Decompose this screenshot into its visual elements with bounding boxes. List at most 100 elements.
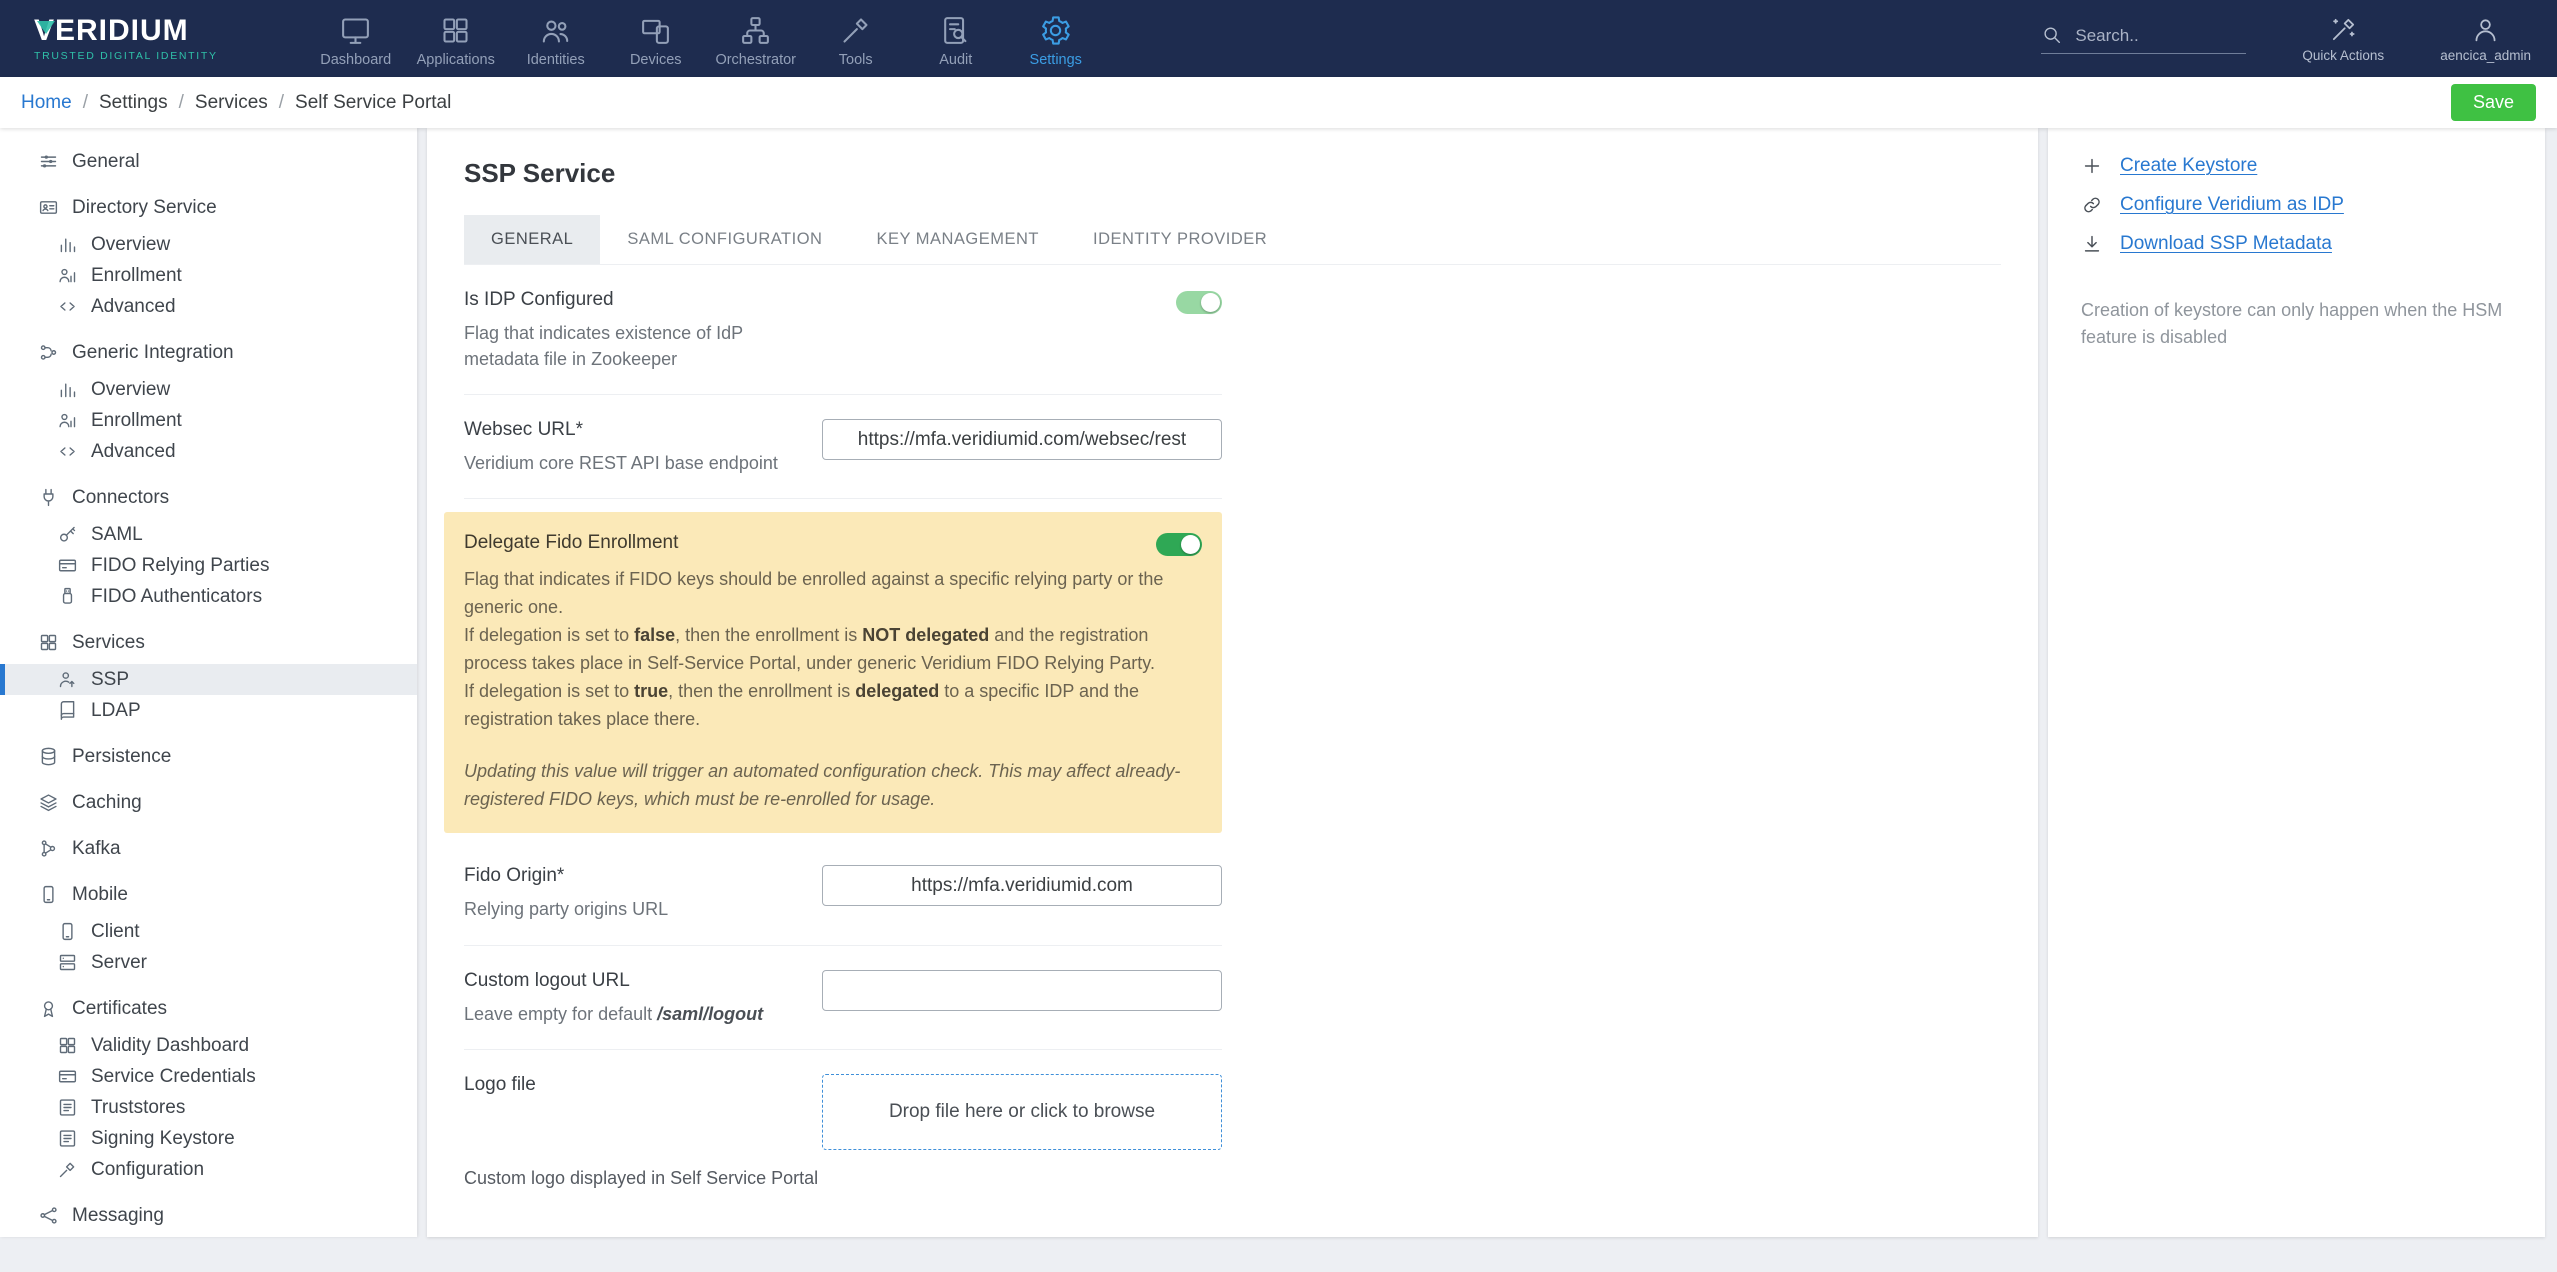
nav-item-orchestrator[interactable]: Orchestrator [706,10,806,68]
breadcrumb-item-settings: Settings [98,91,168,113]
list-icon [57,1097,78,1118]
sidebar-item-overview[interactable]: Overview [0,229,417,260]
layers-icon [38,792,59,813]
delegate-p3: If delegation is set to true, then the e… [464,680,1140,729]
veridium-logo[interactable]: VERIDIUM TRUSTED DIGITAL IDENTITY [34,15,218,62]
sidebar-item-messaging[interactable]: Messaging [0,1200,417,1231]
sidebar-item-fido-authenticators[interactable]: FIDO Authenticators [0,581,417,612]
delegate-fido-label: Delegate Fido Enrollment [464,532,679,554]
sliders-icon [38,151,59,172]
is-idp-desc: Flag that indicates existence of IdP met… [464,323,743,370]
action-configure-veridium-as-idp[interactable]: Configure Veridium as IDP [2081,194,2512,216]
sidebar-item-enrollment[interactable]: Enrollment [0,260,417,291]
field-labels: Websec URL* Veridium core REST API base … [464,419,822,476]
is-idp-toggle[interactable] [1176,291,1222,314]
sidebar-item-persistence[interactable]: Persistence [0,741,417,772]
save-button[interactable]: Save [2450,84,2536,121]
field-row-is-idp-configured: Is IDP Configured Flag that indicates ex… [464,265,1222,396]
field-row-fido-origin: Fido Origin* Relying party origins URL [464,841,1222,946]
websec-url-input[interactable] [822,419,1222,461]
plus-icon [2081,155,2103,177]
book-icon [57,700,78,721]
sidebar-item-label: SSP [91,668,130,690]
sidebar-item-server[interactable]: Server [0,947,417,978]
breadcrumb-item-home[interactable]: Home [21,92,72,114]
sidebar-item-kafka[interactable]: Kafka [0,833,417,864]
field-labels: Is IDP Configured Flag that indicates ex… [464,289,822,372]
action-download-ssp-metadata[interactable]: Download SSP Metadata [2081,233,2512,255]
custom-logout-input[interactable] [822,969,1222,1011]
tab-key-management[interactable]: KEY MANAGEMENT [849,215,1066,264]
sidebar-item-truststores[interactable]: Truststores [0,1092,417,1123]
sidebar-item-connectors[interactable]: Connectors [0,482,417,513]
applications-icon [439,14,472,47]
navbar-right: Quick Actions aencica_admin [2041,15,2531,63]
nav-item-settings[interactable]: Settings [1006,10,1106,68]
sidebar-item-caching[interactable]: Caching [0,787,417,818]
fido-origin-input[interactable] [822,865,1222,907]
tab-identity-provider[interactable]: IDENTITY PROVIDER [1066,215,1294,264]
tab-general[interactable]: GENERAL [464,215,601,264]
sidebar-item-services[interactable]: Services [0,627,417,658]
phone-icon [57,921,78,942]
sidebar-item-ssp[interactable]: SSP [0,664,417,695]
sidebar-item-enrollment[interactable]: Enrollment [0,405,417,436]
sidebar-item-directory-service[interactable]: Directory Service [0,192,417,223]
delegate-p1: Flag that indicates if FIDO keys should … [464,569,1164,618]
nav-item-label: Orchestrator [715,51,797,68]
field-control [822,419,1222,461]
certificate-icon [38,998,59,1019]
sidebar-item-service-credentials[interactable]: Service Credentials [0,1061,417,1092]
ssp-form: Is IDP Configured Flag that indicates ex… [444,265,1222,1189]
sidebar-item-ldap[interactable]: LDAP [0,695,417,726]
sidebar-item-label: Kafka [72,837,121,859]
nav-item-label: Audit [939,51,973,68]
quick-actions[interactable]: Quick Actions [2302,15,2384,63]
field-labels: Fido Origin* Relying party origins URL [464,865,822,922]
sidebar-item-general[interactable]: General [0,146,417,177]
logo-file-dropzone[interactable]: Drop file here or click to browse [822,1073,1222,1150]
sidebar-item-configuration[interactable]: Configuration [0,1154,417,1185]
sidebar-item-signing-keystore[interactable]: Signing Keystore [0,1123,417,1154]
search-input[interactable] [2075,25,2231,46]
nav-item-audit[interactable]: Audit [906,10,1006,68]
sidebar-item-mobile[interactable]: Mobile [0,879,417,910]
nav-item-label: Settings [1029,51,1082,68]
field-control [822,865,1222,907]
sidebar-item-generic-integration[interactable]: Generic Integration [0,337,417,368]
sidebar-item-client[interactable]: Client [0,916,417,947]
delegate-fido-toggle[interactable] [1156,533,1202,557]
breadcrumb: Home / Settings / Services / Self Service Port… [21,92,451,114]
field-control [822,969,1222,1011]
nav-item-dashboard[interactable]: Dashboard [306,10,406,68]
sidebar-item-overview[interactable]: Overview [0,374,417,405]
sidebar-item-label: Validity Dashboard [91,1034,250,1056]
tab-saml-configuration[interactable]: SAML CONFIGURATION [600,215,849,264]
search-box[interactable] [2041,24,2247,54]
sidebar-item-validity-dashboard[interactable]: Validity Dashboard [0,1030,417,1061]
sidebar-item-saml[interactable]: SAML [0,519,417,550]
dashboard-icon [339,14,372,47]
field-row-websec-url: Websec URL* Veridium core REST API base … [464,395,1222,500]
nav-item-applications[interactable]: Applications [406,10,506,68]
nav-item-tools[interactable]: Tools [806,10,906,68]
user-menu[interactable]: aencica_admin [2440,15,2531,63]
code-icon [57,296,78,317]
field-labels: Custom logout URL Leave empty for defaul… [464,970,822,1027]
settings-gear-icon [1039,14,1072,47]
toggle-knob [1201,293,1220,312]
logo-title: VERIDIUM [34,15,218,46]
sidebar-item-advanced[interactable]: Advanced [0,291,417,322]
grid-icon [38,632,59,653]
sidebar-item-fido-relying-parties[interactable]: FIDO Relying Parties [0,550,417,581]
logo-file-label: Logo file [464,1073,536,1095]
sidebar-item-label: Directory Service [72,196,217,218]
action-label: Download SSP Metadata [2120,233,2332,254]
sidebar-nav: General Directory Service Overview Enrollme… [0,128,417,1237]
action-create-keystore[interactable]: Create Keystore [2081,155,2512,177]
sidebar-item-advanced[interactable]: Advanced [0,436,417,467]
sidebar-item-label: Advanced [91,440,176,462]
sidebar-item-certificates[interactable]: Certificates [0,993,417,1024]
nav-item-devices[interactable]: Devices [606,10,706,68]
nav-item-identities[interactable]: Identities [506,10,606,68]
